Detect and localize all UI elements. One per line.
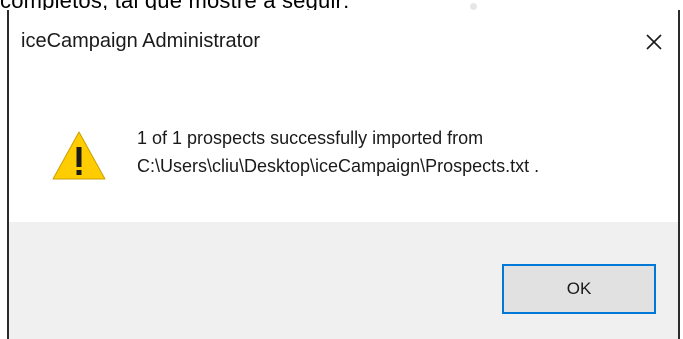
close-button[interactable] (634, 24, 674, 60)
screenshot: completos, tal que mostre a seguir: iceC… (0, 0, 683, 339)
dialog-titlebar[interactable]: iceCampaign Administrator (9, 10, 678, 72)
message-line-1: 1 of 1 prospects successfully imported f… (137, 128, 484, 148)
dialog-content: 1 of 1 prospects successfully imported f… (9, 72, 678, 222)
message-line-2: C:\Users\cliu\Desktop\iceCampaign\Prospe… (137, 156, 540, 176)
message-dialog: iceCampaign Administrator 1 of 1 prospec… (7, 10, 680, 339)
warning-icon (52, 131, 106, 180)
dialog-footer: OK (9, 222, 678, 339)
dialog-title: iceCampaign Administrator (21, 30, 260, 52)
ok-button[interactable]: OK (502, 264, 656, 314)
dialog-message: 1 of 1 prospects successfully imported f… (137, 124, 539, 180)
close-icon (646, 34, 662, 50)
background-dot (470, 3, 477, 10)
ok-button-label: OK (566, 279, 592, 298)
